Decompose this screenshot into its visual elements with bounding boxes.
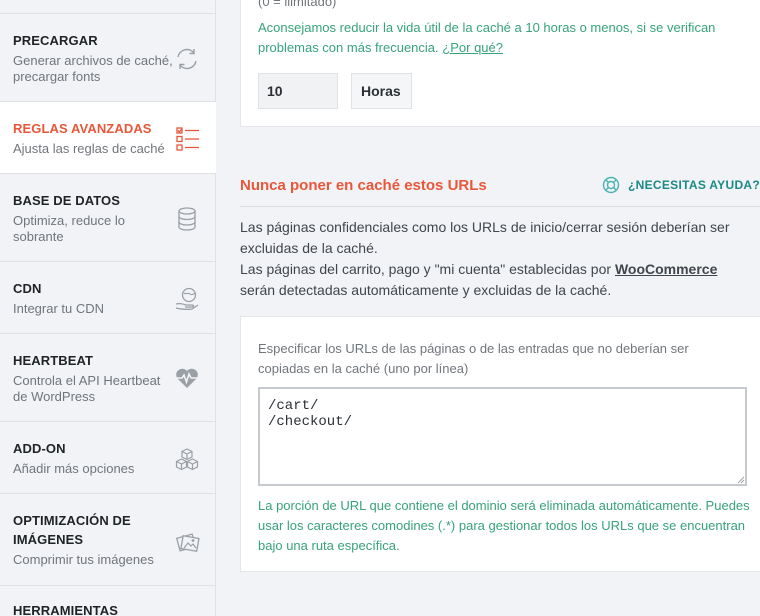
why-link[interactable]: ¿Por qué? — [442, 40, 503, 55]
sidebar-item-title: PRECARGAR — [13, 33, 98, 48]
never-cache-card: Especificar los URLs de las páginas o de… — [240, 316, 760, 572]
sidebar-item-title: BASE DE DATOS — [13, 193, 121, 208]
sidebar-item-desc: Ajusta las reglas de caché — [13, 141, 165, 156]
sidebar-item-desc: Integrar tu CDN — [13, 301, 105, 316]
resize-grip-icon[interactable] — [737, 476, 745, 484]
woocommerce-link[interactable]: WooCommerce — [615, 261, 717, 277]
lifespan-unit: Horas — [351, 73, 412, 109]
main-content: (0 = ilimitado) Aconsejamos reducir la v… — [216, 0, 760, 616]
section-divider — [240, 206, 760, 207]
sidebar-item-herramientas[interactable]: HERRAMIENTAS — [0, 586, 216, 616]
sidebar-item-desc: Generar archivos de caché, precargar fon… — [13, 53, 173, 84]
database-icon — [178, 207, 196, 231]
sidebar-item-cdn[interactable]: CDN Integrar tu CDN — [0, 262, 216, 334]
globe-hand-icon — [175, 287, 199, 311]
sidebar-item-title: ADD-ON — [13, 441, 66, 456]
help-link[interactable]: ¿NECESITAS AYUDA? — [602, 176, 760, 194]
sidebar-item-desc: Añadir más opciones — [13, 461, 135, 476]
description-paragraph-2: Las páginas del carrito, pago y "mi cuen… — [240, 259, 755, 301]
images-icon — [175, 533, 200, 553]
heartbeat-icon — [176, 368, 198, 388]
sidebar-item-prev[interactable] — [0, 0, 216, 14]
urls-note: La porción de URL que contiene el domini… — [258, 498, 750, 553]
urls-field-label: Especificar los URLs de las páginas o de… — [258, 341, 689, 376]
sidebar-item-title: HEARTBEAT — [13, 353, 94, 368]
sidebar-item-title: REGLAS AVANZADAS — [13, 121, 152, 136]
sidebar: PRECARGAR Generar archivos de caché, pre… — [0, 0, 217, 616]
sidebar-item-base-de-datos[interactable]: BASE DE DATOS Optimiza, reduce lo sobran… — [0, 174, 216, 262]
para2-start: Las páginas del carrito, pago y "mi cuen… — [240, 261, 612, 277]
sidebar-item-reglas-avanzadas[interactable]: REGLAS AVANZADAS Ajusta las reglas de ca… — [0, 102, 217, 174]
sidebar-item-heartbeat[interactable]: HEARTBEAT Controla el API Heartbeat de W… — [0, 334, 216, 422]
sidebar-item-add-on[interactable]: ADD-ON Añadir más opciones — [0, 422, 216, 494]
sidebar-item-title: CDN — [13, 281, 42, 296]
sidebar-item-title: HERRAMIENTAS — [13, 603, 118, 616]
lifebuoy-icon — [602, 176, 620, 194]
para2-end: serán detectadas automáticamente y exclu… — [240, 282, 612, 298]
section-title: Nunca poner en caché estos URLs — [240, 177, 487, 194]
sidebar-item-desc: Controla el API Heartbeat de WordPress — [13, 373, 161, 404]
never-cache-urls-textarea[interactable]: /cart/ /checkout/ — [258, 387, 747, 486]
help-label: ¿NECESITAS AYUDA? — [628, 178, 760, 192]
refresh-icon — [177, 48, 197, 70]
cubes-icon — [175, 448, 199, 471]
sidebar-item-precargar[interactable]: PRECARGAR Generar archivos de caché, pre… — [0, 14, 216, 102]
lifespan-hint: (0 = ilimitado) — [258, 0, 337, 9]
sidebar-item-optimizacion-imagenes[interactable]: OPTIMIZACIÓN DE IMÁGENES Comprimir tus i… — [0, 494, 216, 586]
cache-lifespan-card: (0 = ilimitado) Aconsejamos reducir la v… — [240, 0, 760, 127]
checklist-icon — [176, 127, 199, 151]
lifespan-note: Aconsejamos reducir la vida útil de la c… — [258, 18, 758, 58]
sidebar-item-desc: Optimiza, reduce lo sobrante — [13, 213, 125, 244]
description-paragraph-1: Las páginas confidenciales como los URLs… — [240, 219, 730, 256]
sidebar-item-desc: Comprimir tus imágenes — [13, 552, 154, 567]
lifespan-input[interactable]: 10 — [258, 73, 338, 109]
sidebar-item-title: OPTIMIZACIÓN DE IMÁGENES — [13, 513, 131, 547]
